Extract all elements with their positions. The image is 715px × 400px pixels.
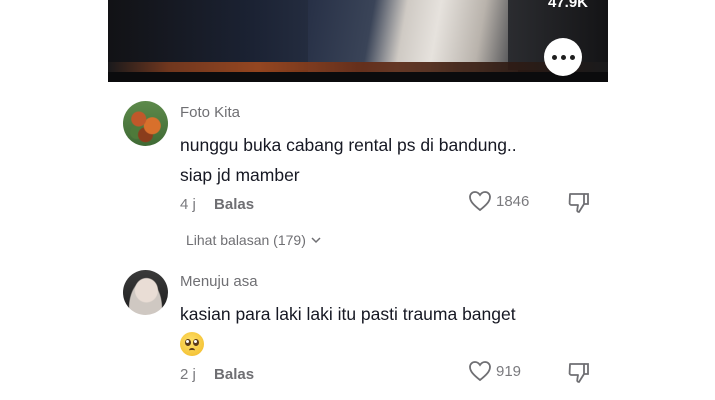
- pleading-face-icon: [180, 332, 204, 356]
- heart-icon: [469, 191, 491, 212]
- video-stat-count: 47.9K: [547, 0, 588, 11]
- more-options-button[interactable]: [544, 38, 582, 76]
- comment-username[interactable]: Menuju asa: [180, 273, 258, 290]
- like-button[interactable]: 919: [468, 360, 521, 382]
- reply-button[interactable]: Balas: [214, 196, 254, 213]
- view-replies-link[interactable]: Lihat balasan (179): [186, 232, 321, 248]
- emoji-eye: [193, 339, 199, 346]
- emoji-eye: [185, 339, 191, 346]
- like-count: 1846: [496, 192, 530, 210]
- reply-button[interactable]: Balas: [214, 366, 254, 383]
- dislike-icon[interactable]: [566, 191, 592, 215]
- dislike-icon[interactable]: [566, 361, 592, 385]
- video-player[interactable]: 47.9K: [108, 0, 608, 82]
- comment-text-line: kasian para laki laki itu pasti trauma b…: [180, 304, 516, 324]
- heart-icon: [469, 361, 491, 382]
- video-bottom-bar: [108, 72, 608, 82]
- like-count: 919: [496, 362, 522, 380]
- avatar[interactable]: [123, 101, 168, 146]
- view-replies-label: Lihat balasan (179): [186, 232, 306, 248]
- comment-meta: 2 j Balas: [180, 366, 254, 383]
- chevron-down-icon: [311, 236, 321, 243]
- comment-text-line: siap jd mamber: [180, 165, 300, 185]
- comment-username[interactable]: Foto Kita: [180, 104, 240, 121]
- comment-text-line: nunggu buka cabang rental ps di bandung.…: [180, 135, 517, 155]
- ellipsis-dot: [569, 54, 575, 60]
- comment-time: 4 j: [180, 196, 196, 213]
- like-button[interactable]: 1846: [468, 190, 529, 212]
- comment-time: 2 j: [180, 366, 196, 383]
- emoji-mouth: [189, 348, 195, 353]
- ellipsis-dot: [560, 54, 566, 60]
- ellipsis-bubble-icon: [551, 54, 557, 60]
- comment-meta: 4 j Balas: [180, 196, 254, 213]
- avatar[interactable]: [123, 270, 168, 315]
